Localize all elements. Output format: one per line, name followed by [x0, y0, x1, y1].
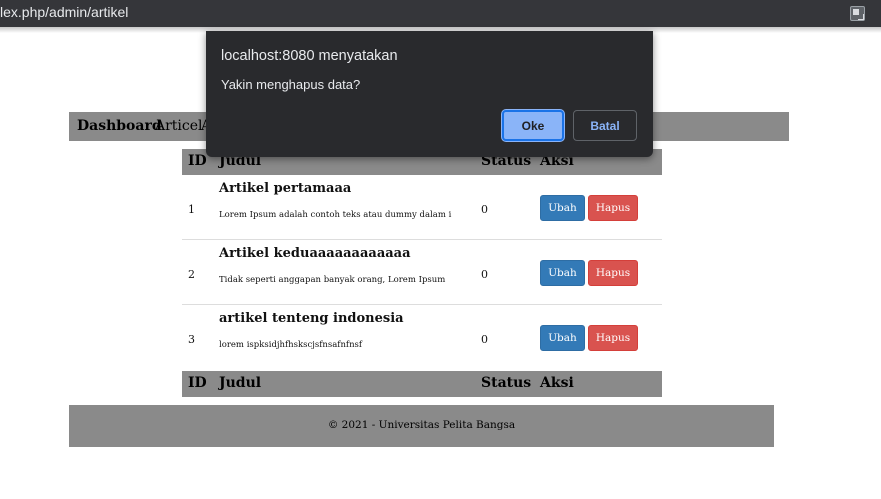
edit-button[interactable]: Ubah [540, 195, 585, 221]
table-footer: ID Judul Status Aksi [182, 371, 662, 397]
nav-link-article[interactable]: Articel [155, 118, 203, 134]
delete-button[interactable]: Hapus [588, 260, 638, 286]
delete-button[interactable]: Hapus [588, 195, 638, 221]
footer-actions: Aksi [540, 375, 574, 391]
cancel-button[interactable]: Batal [573, 110, 637, 141]
confirm-dialog: localhost:8080 menyatakan Yakin menghapu… [206, 31, 653, 157]
edit-button[interactable]: Ubah [540, 325, 585, 351]
article-status: 0 [481, 203, 488, 216]
table-row: 3 artikel tenteng indonesia lorem ispksi… [182, 305, 662, 370]
article-title: artikel tenteng indonesia [219, 311, 404, 326]
footer-status: Status [481, 375, 532, 391]
copyright-text: © 2021 - Universitas Pelita Bangsa [327, 419, 516, 431]
delete-button[interactable]: Hapus [588, 325, 638, 351]
page-footer: © 2021 - Universitas Pelita Bangsa [69, 405, 774, 447]
article-excerpt: Tidak seperti anggapan banyak orang, Lor… [219, 275, 446, 285]
nav-link-dashboard[interactable]: Dashboard [77, 118, 162, 134]
article-status: 0 [481, 268, 488, 281]
row-id: 1 [188, 203, 195, 216]
browser-address-bar[interactable]: lex.php/admin/artikel [0, 0, 881, 27]
table-row: 1 Artikel pertamaaa Lorem Ipsum adalah c… [182, 175, 662, 240]
dialog-message: Yakin menghapus data? [221, 77, 361, 92]
header-id: ID [188, 153, 207, 169]
table-row: 2 Artikel keduaaaaaaaaaaaa Tidak seperti… [182, 240, 662, 305]
article-status: 0 [481, 333, 488, 346]
article-excerpt: Lorem Ipsum adalah contoh teks atau dumm… [219, 210, 452, 220]
dialog-title: localhost:8080 menyatakan [221, 48, 398, 64]
row-id: 2 [188, 268, 195, 281]
footer-id: ID [188, 375, 207, 391]
article-title: Artikel pertamaaa [219, 181, 352, 196]
ok-button[interactable]: Oke [502, 110, 564, 141]
article-excerpt: lorem ispksidjhfhskscjsfnsafnfnsf [219, 340, 363, 350]
footer-title: Judul [219, 375, 262, 391]
url-text[interactable]: lex.php/admin/artikel [0, 4, 128, 20]
edit-button[interactable]: Ubah [540, 260, 585, 286]
article-title: Artikel keduaaaaaaaaaaaa [219, 246, 411, 261]
translate-icon[interactable] [850, 6, 865, 21]
row-id: 3 [188, 333, 195, 346]
